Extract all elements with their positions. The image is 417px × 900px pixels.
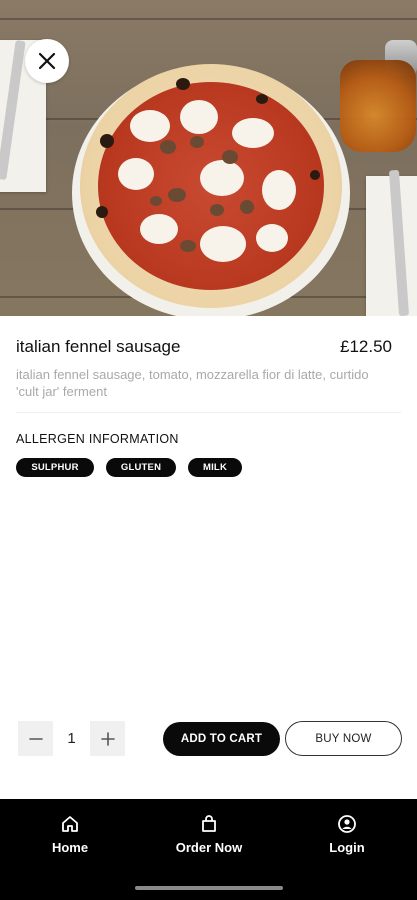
- close-icon: [38, 52, 56, 70]
- close-button[interactable]: [25, 39, 69, 83]
- allergen-chip-milk: MILK: [188, 458, 242, 477]
- allergen-list: SULPHUR GLUTEN MILK: [16, 458, 242, 477]
- shopping-bag-icon: [202, 815, 216, 832]
- allergen-heading: ALLERGEN INFORMATION: [16, 432, 179, 446]
- nav-item-home[interactable]: Home: [44, 814, 96, 855]
- divider: [16, 412, 401, 413]
- increase-quantity-button[interactable]: [90, 721, 125, 756]
- quantity-value: 1: [67, 730, 76, 747]
- nav-item-order-now[interactable]: Order Now: [168, 814, 250, 855]
- nav-label-home: Home: [51, 840, 89, 855]
- nav-item-login[interactable]: Login: [322, 814, 372, 855]
- home-icon: [62, 816, 78, 832]
- product-image: [0, 0, 417, 316]
- minus-icon: [28, 737, 43, 740]
- product-price: £12.50: [340, 337, 392, 356]
- bottom-nav: Home Order Now Login: [0, 799, 417, 900]
- product-description: italian fennel sausage, tomato, mozzarel…: [16, 367, 369, 399]
- product-title: italian fennel sausage: [16, 337, 181, 356]
- add-to-cart-button[interactable]: ADD TO CART: [163, 722, 280, 756]
- decrease-quantity-button[interactable]: [18, 721, 53, 756]
- allergen-chip-sulphur: SULPHUR: [16, 458, 94, 477]
- home-indicator: [135, 886, 283, 890]
- nav-label-order-now: Order Now: [175, 840, 243, 855]
- nav-label-login: Login: [329, 840, 365, 855]
- buy-now-button[interactable]: BUY NOW: [285, 721, 402, 756]
- user-icon: [338, 815, 356, 833]
- allergen-chip-gluten: GLUTEN: [106, 458, 176, 477]
- plus-icon: [100, 731, 115, 746]
